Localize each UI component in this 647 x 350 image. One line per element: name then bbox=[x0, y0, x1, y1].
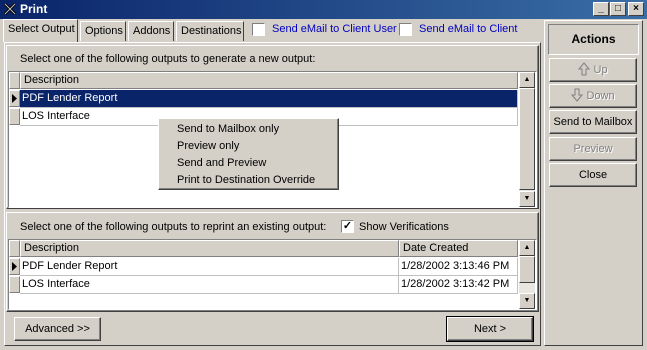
email-client-label[interactable]: Send eMail to Client bbox=[419, 23, 517, 35]
row-indicator[interactable] bbox=[9, 108, 20, 125]
menu-item-send-and-preview[interactable]: Send and Preview bbox=[177, 157, 266, 169]
tab-options[interactable]: Options bbox=[80, 21, 126, 41]
close-window-button[interactable]: × bbox=[628, 2, 644, 16]
up-button[interactable]: Up bbox=[549, 58, 637, 82]
email-client-user-checkbox[interactable] bbox=[252, 23, 265, 36]
title-bar: Print _ □ × bbox=[0, 0, 647, 19]
cell-text: LOS Interface bbox=[22, 278, 90, 290]
advanced-button[interactable]: Advanced >> bbox=[14, 317, 101, 341]
tab-label: Destinations bbox=[181, 25, 242, 37]
window-title: Print bbox=[20, 2, 48, 16]
table-row[interactable]: PDF Lender Report bbox=[20, 90, 518, 108]
reprint-prompt: Select one of the following outputs to r… bbox=[20, 221, 327, 233]
minimize-button[interactable]: _ bbox=[593, 2, 609, 16]
table-cell-date[interactable]: 1/28/2002 3:13:42 PM bbox=[399, 276, 518, 294]
tab-label: Select Output bbox=[8, 23, 75, 35]
table-cell-description[interactable]: LOS Interface bbox=[20, 276, 399, 294]
down-button[interactable]: Down bbox=[549, 84, 637, 108]
next-button[interactable]: Next > bbox=[446, 316, 534, 342]
row-indicator[interactable] bbox=[9, 276, 20, 293]
show-verifications-label[interactable]: Show Verifications bbox=[359, 221, 449, 233]
scroll-thumb[interactable] bbox=[519, 88, 535, 190]
tab-destinations[interactable]: Destinations bbox=[176, 21, 244, 41]
menu-item-send-to-mailbox-only[interactable]: Send to Mailbox only bbox=[177, 123, 279, 135]
scroll-up-arrow-icon[interactable]: ▲ bbox=[519, 240, 535, 256]
grid-corner bbox=[9, 72, 20, 89]
tab-select-output[interactable]: Select Output bbox=[3, 19, 78, 42]
menu-item-print-to-destination-override[interactable]: Print to Destination Override bbox=[177, 174, 315, 186]
up-label: Up bbox=[593, 64, 608, 76]
grid-corner bbox=[9, 240, 20, 257]
cell-text: 1/28/2002 3:13:42 PM bbox=[401, 278, 510, 290]
row-description: PDF Lender Report bbox=[22, 92, 118, 104]
email-client-checkbox[interactable] bbox=[399, 23, 412, 36]
up-arrow-icon bbox=[578, 62, 591, 76]
current-row-icon bbox=[12, 262, 17, 271]
table-cell-description[interactable]: PDF Lender Report bbox=[20, 258, 399, 276]
table-cell-date[interactable]: 1/28/2002 3:13:46 PM bbox=[399, 258, 518, 276]
column-header-description[interactable]: Description bbox=[20, 72, 518, 89]
scroll-down-arrow-icon[interactable]: ▼ bbox=[519, 293, 535, 309]
row-indicator[interactable] bbox=[9, 90, 20, 107]
scroll-thumb[interactable] bbox=[519, 256, 535, 283]
preview-button[interactable]: Preview bbox=[549, 137, 637, 161]
email-client-user-label[interactable]: Send eMail to Client User bbox=[272, 23, 397, 35]
menu-item-preview-only[interactable]: Preview only bbox=[177, 140, 239, 152]
row-description: LOS Interface bbox=[22, 110, 90, 122]
cell-text: 1/28/2002 3:13:46 PM bbox=[401, 260, 510, 272]
current-row-icon bbox=[12, 94, 17, 103]
cell-text: PDF Lender Report bbox=[22, 260, 118, 272]
down-label: Down bbox=[586, 90, 615, 102]
show-verifications-checkbox[interactable]: ✓ bbox=[341, 220, 354, 233]
column-header-description[interactable]: Description bbox=[20, 240, 399, 257]
send-to-mailbox-button[interactable]: Send to Mailbox bbox=[549, 110, 637, 134]
actions-title: Actions bbox=[548, 24, 639, 55]
new-output-prompt: Select one of the following outputs to g… bbox=[20, 53, 316, 65]
maximize-button[interactable]: □ bbox=[610, 2, 626, 16]
tab-addons[interactable]: Addons bbox=[128, 21, 174, 41]
app-icon bbox=[3, 2, 17, 16]
scroll-up-arrow-icon[interactable]: ▲ bbox=[519, 72, 535, 88]
context-menu: Send to Mailbox only Preview only Send a… bbox=[158, 118, 339, 190]
new-output-scrollbar[interactable]: ▲ ▼ bbox=[519, 72, 535, 207]
scroll-down-arrow-icon[interactable]: ▼ bbox=[519, 191, 535, 207]
column-header-date-created[interactable]: Date Created bbox=[399, 240, 518, 257]
tab-label: Addons bbox=[133, 25, 171, 37]
reprint-scrollbar[interactable]: ▲ ▼ bbox=[519, 240, 535, 309]
down-arrow-icon bbox=[571, 88, 584, 102]
row-indicator[interactable] bbox=[9, 258, 20, 275]
tab-label: Options bbox=[85, 25, 123, 37]
close-button[interactable]: Close bbox=[549, 163, 637, 187]
